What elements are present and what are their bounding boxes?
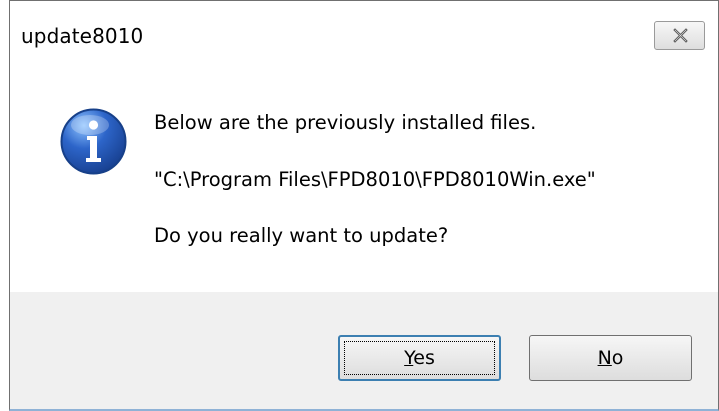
- info-icon: [60, 108, 127, 175]
- title-bar[interactable]: update8010: [10, 1, 718, 59]
- no-button[interactable]: No: [529, 335, 692, 381]
- yes-accelerator-key: Y: [404, 347, 414, 369]
- window-title: update8010: [21, 24, 144, 48]
- yes-button[interactable]: Yes: [338, 335, 501, 381]
- update-dialog-window: update8010 Below are the previously inst…: [9, 0, 719, 411]
- no-button-label: No: [598, 347, 624, 369]
- message-line-3: Do you really want to update?: [154, 224, 449, 247]
- close-button[interactable]: [654, 21, 705, 50]
- close-icon: [673, 28, 688, 43]
- no-accelerator-key: N: [597, 347, 612, 369]
- message-line-2: "C:\Program Files\FPD8010\FPD8010Win.exe…: [154, 168, 596, 191]
- no-label-rest: o: [611, 347, 624, 369]
- message-area: Below are the previously installed files…: [10, 59, 718, 292]
- yes-label-rest: es: [413, 347, 435, 369]
- message-line-1: Below are the previously installed files…: [154, 111, 537, 134]
- yes-button-label: Yes: [404, 347, 435, 369]
